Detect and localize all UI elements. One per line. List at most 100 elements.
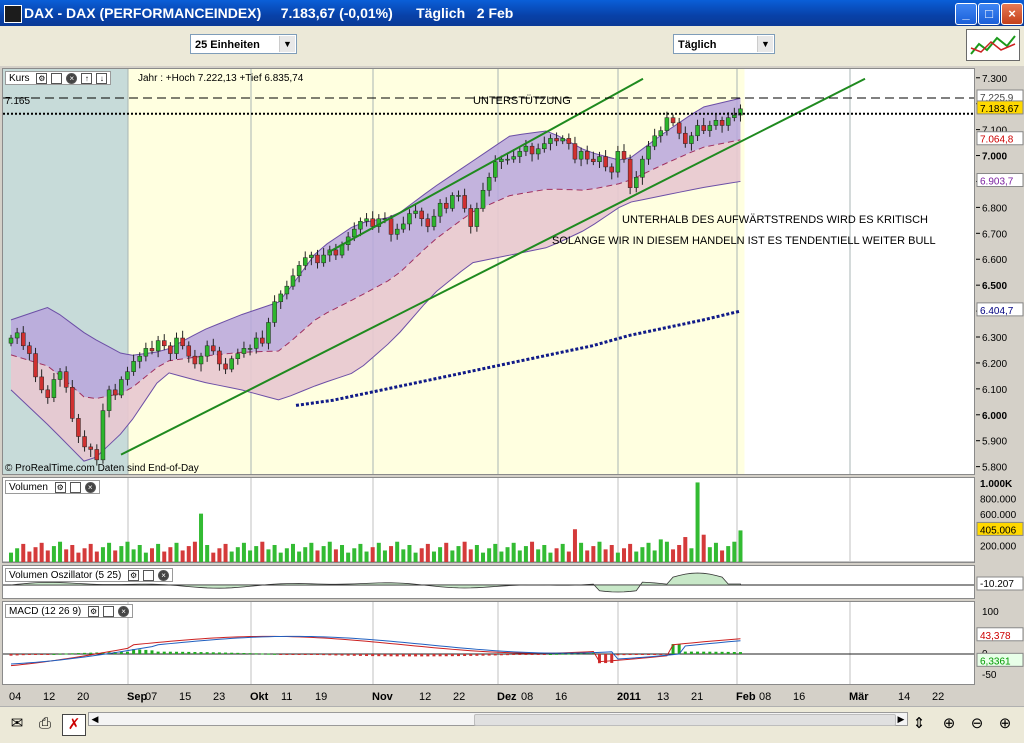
candle-body bbox=[683, 133, 687, 143]
candle-body bbox=[181, 338, 185, 346]
volume-bar bbox=[297, 552, 301, 562]
window-icon[interactable] bbox=[143, 570, 154, 581]
price-panel[interactable]: Kurs ⚙×↑↓ Jahr : +Hoch 7.222,13 +Tief 6.… bbox=[2, 68, 975, 475]
zoom-fit-icon[interactable]: ⊕ bbox=[938, 714, 960, 734]
macd-histogram-bar bbox=[230, 653, 233, 654]
email-icon[interactable]: ✉ bbox=[6, 714, 28, 734]
macd-histogram-bar bbox=[439, 654, 442, 656]
volume-tag: 405.006 bbox=[980, 525, 1017, 536]
volume-bar bbox=[260, 542, 264, 562]
macd-histogram-bar bbox=[322, 654, 325, 655]
price-tick-label: 6.300 bbox=[982, 333, 1007, 344]
candle bbox=[119, 376, 123, 398]
wrench-icon[interactable]: ⚙ bbox=[55, 482, 66, 493]
date-label: 04 bbox=[9, 691, 21, 703]
cursor-icon[interactable]: ✗ bbox=[62, 714, 86, 736]
macd-histogram-bar bbox=[635, 654, 638, 655]
scroll-left-icon[interactable]: ◀ bbox=[89, 713, 101, 725]
wrench-icon[interactable]: ⚙ bbox=[36, 73, 47, 84]
volume-bar bbox=[242, 543, 246, 562]
close-panel-icon[interactable]: × bbox=[66, 73, 77, 84]
date-label: 11 bbox=[281, 691, 292, 703]
macd-histogram-bar bbox=[34, 654, 37, 655]
candle-body bbox=[89, 447, 93, 450]
zoom-in-icon[interactable]: ⊕ bbox=[994, 714, 1016, 734]
wrench-icon[interactable]: ⚙ bbox=[88, 606, 99, 617]
volume-panel[interactable]: Volumen ⚙× bbox=[2, 477, 975, 563]
candle-body bbox=[493, 162, 497, 178]
price-tick-label: 6.500 bbox=[982, 281, 1007, 292]
volume-bar bbox=[316, 550, 320, 562]
volume-bar bbox=[561, 544, 565, 562]
candle-body bbox=[634, 177, 638, 187]
minimize-icon[interactable]: _ bbox=[955, 3, 977, 25]
candle-body bbox=[254, 338, 258, 348]
volume-tick-label: 200.000 bbox=[980, 541, 1017, 552]
maximize-icon[interactable]: □ bbox=[978, 3, 1000, 25]
macd-histogram-bar bbox=[193, 652, 196, 654]
candle-body bbox=[58, 372, 62, 380]
candle-body bbox=[444, 203, 448, 208]
volume-bar bbox=[438, 547, 442, 562]
chart-type-icon bbox=[967, 30, 1019, 60]
price-tick-label: 6.200 bbox=[982, 359, 1007, 370]
macd-histogram-bar bbox=[187, 652, 190, 654]
volume-bar bbox=[309, 543, 313, 562]
volume-bar bbox=[401, 549, 405, 562]
volume-chart[interactable] bbox=[3, 478, 975, 563]
date-label: 12 bbox=[43, 691, 55, 703]
annotation-bull: SOLANGE WIR IN DIESEM HANDELN IST ES TEN… bbox=[552, 235, 936, 247]
macd-chart[interactable] bbox=[3, 602, 975, 685]
chart-type-button[interactable] bbox=[966, 29, 1020, 61]
close-panel-icon[interactable]: × bbox=[158, 570, 169, 581]
window-icon[interactable] bbox=[103, 606, 114, 617]
volume-bar bbox=[211, 553, 215, 562]
macd-histogram-bar bbox=[77, 653, 80, 654]
macd-histogram-bar bbox=[610, 654, 613, 663]
macd-histogram-bar bbox=[267, 654, 270, 655]
date-label: 19 bbox=[315, 691, 327, 703]
volosc-tag: -10.207 bbox=[980, 579, 1014, 590]
macd-histogram-bar bbox=[702, 652, 705, 654]
volume-bar bbox=[358, 544, 362, 562]
scrollbar-thumb[interactable] bbox=[474, 714, 896, 726]
volosc-axis: -10.207 bbox=[976, 565, 1024, 599]
candle-body bbox=[107, 390, 111, 411]
volume-bar bbox=[371, 547, 375, 562]
zoom-out-icon[interactable]: ⊖ bbox=[966, 714, 988, 734]
macd-histogram-bar bbox=[555, 654, 558, 655]
volume-oscillator-panel[interactable]: Volumen Oszillator (5 25) ⚙× bbox=[2, 565, 975, 599]
macd-histogram-bar bbox=[291, 654, 294, 655]
volume-bar bbox=[604, 549, 608, 562]
window-icon[interactable] bbox=[51, 73, 62, 84]
macd-histogram-bar bbox=[46, 654, 49, 655]
macd-panel[interactable]: MACD (12 26 9) ⚙× bbox=[2, 601, 975, 685]
auto-scale-icon[interactable]: ⇕ bbox=[908, 714, 930, 734]
candle-body bbox=[420, 211, 424, 219]
price-chart[interactable] bbox=[3, 69, 975, 475]
window-icon[interactable] bbox=[70, 482, 81, 493]
arrow-down-icon[interactable]: ↓ bbox=[96, 73, 107, 84]
candle-body bbox=[9, 338, 13, 343]
chart-scrollbar[interactable]: ◀ ▶ bbox=[88, 712, 908, 726]
volume-bar bbox=[132, 549, 136, 562]
volume-bar bbox=[389, 546, 393, 562]
candle-body bbox=[125, 372, 129, 380]
arrow-up-icon[interactable]: ↑ bbox=[81, 73, 92, 84]
candle-body bbox=[640, 159, 644, 177]
date-label: 20 bbox=[77, 691, 89, 703]
period-select[interactable]: Täglich▼ bbox=[673, 34, 775, 54]
candle-body bbox=[52, 379, 56, 397]
units-select[interactable]: 25 Einheiten▼ bbox=[190, 34, 297, 54]
scroll-right-icon[interactable]: ▶ bbox=[895, 713, 907, 725]
close-icon[interactable]: × bbox=[1001, 3, 1023, 25]
candle-body bbox=[512, 157, 516, 160]
volume-bar bbox=[181, 550, 185, 562]
print-icon[interactable]: ⎙ bbox=[34, 714, 56, 734]
date-axis: 041220Sep071523Okt1119Nov1222Dez08162011… bbox=[2, 686, 975, 706]
wrench-icon[interactable]: ⚙ bbox=[128, 570, 139, 581]
close-panel-icon[interactable]: × bbox=[118, 606, 129, 617]
price-tick-label: 6.600 bbox=[982, 255, 1007, 266]
close-panel-icon[interactable]: × bbox=[85, 482, 96, 493]
volume-bar bbox=[83, 548, 87, 562]
